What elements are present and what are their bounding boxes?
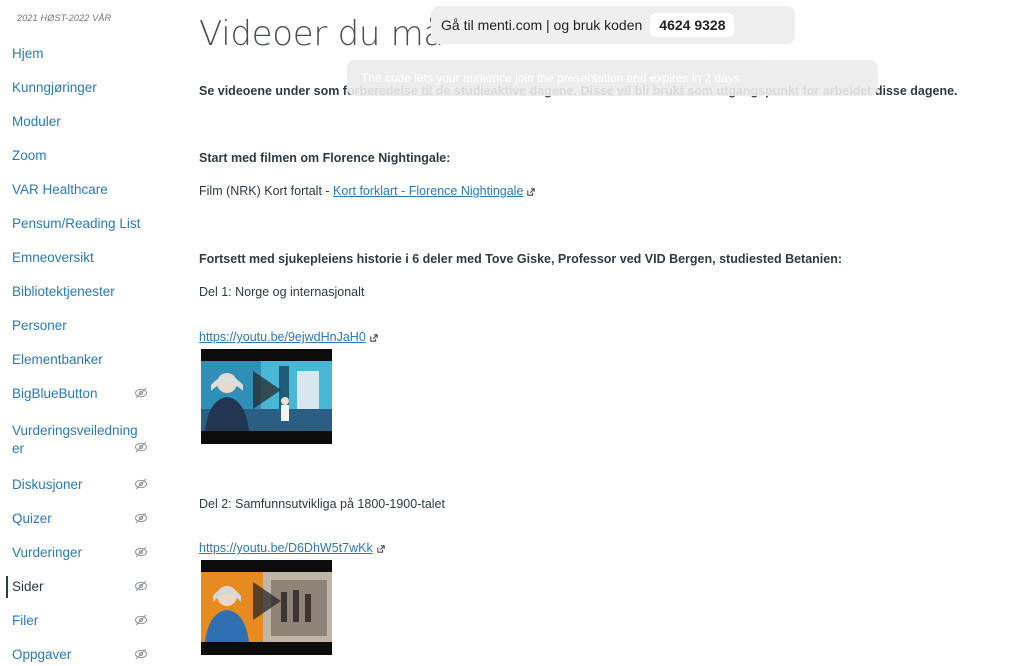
sidebar-item-elementbanker[interactable]: Elementbanker bbox=[12, 351, 162, 373]
sidebar-item-label: Elementbanker bbox=[12, 352, 103, 367]
start-heading: Start med filmen om Florence Nightingale… bbox=[199, 151, 451, 165]
sidebar-item-label: Sider bbox=[12, 579, 44, 594]
page-title: Videoer du må bbox=[199, 14, 444, 54]
hidden-eye-icon bbox=[134, 579, 148, 592]
term-label: 2021 HØST-2022 VÅR bbox=[17, 13, 112, 23]
film-prefix: Film (NRK) Kort fortalt - bbox=[199, 184, 334, 198]
sidebar-item-label: Moduler bbox=[12, 114, 61, 129]
hidden-eye-icon bbox=[134, 545, 148, 558]
sidebar-item-personer[interactable]: Personer bbox=[12, 317, 162, 339]
hidden-eye-icon bbox=[134, 511, 148, 524]
sidebar-item-label: Filer bbox=[12, 613, 39, 628]
sidebar-item-vurderinger[interactable]: Vurderinger bbox=[12, 544, 162, 566]
part-2-video-thumbnail[interactable] bbox=[201, 560, 332, 655]
sidebar-item-emneoversikt[interactable]: Emneoversikt bbox=[12, 249, 162, 271]
menti-instruction: Gå til menti.com | og bruk koden bbox=[441, 17, 643, 33]
sidebar-item-pensum-reading-list[interactable]: Pensum/Reading List bbox=[12, 215, 162, 237]
external-link-icon bbox=[376, 544, 385, 553]
hidden-eye-icon bbox=[134, 477, 148, 490]
sidebar-item-kunngjøringer[interactable]: Kunngjøringer bbox=[12, 79, 162, 101]
sidebar-item-label: Vurderinger bbox=[12, 545, 83, 560]
part-1-link-line: https://youtu.be/9ejwdHnJaH0 bbox=[199, 330, 378, 344]
sidebar-item-label: Vurderingsveiledning bbox=[12, 423, 138, 438]
sidebar-item-zoom[interactable]: Zoom bbox=[12, 147, 162, 169]
sidebar-item-label-continued: er bbox=[12, 441, 25, 456]
continue-heading: Fortsett med sjukepleiens historie i 6 d… bbox=[199, 252, 843, 266]
sidebar-item-label: Quizer bbox=[12, 511, 52, 526]
film-link[interactable]: Kort forklart - Florence Nightingale bbox=[333, 184, 523, 198]
part-1-link[interactable]: https://youtu.be/9ejwdHnJaH0 bbox=[199, 330, 366, 344]
film-line: Film (NRK) Kort fortalt - Kort forklart … bbox=[199, 184, 536, 198]
play-icon bbox=[253, 582, 281, 620]
sidebar-item-label: Oppgaver bbox=[12, 647, 72, 662]
part-1-label: Del 1: Norge og internasjonalt bbox=[199, 285, 365, 299]
course-navigation: 2021 HØST-2022 VÅR Hjem Kunngjøringer Modu… bbox=[0, 0, 170, 666]
sidebar-item-label: Bibliotektjenester bbox=[12, 284, 115, 299]
page-content: Videoer du må Se videoene under som forb… bbox=[199, 0, 1036, 666]
external-link-icon bbox=[527, 187, 536, 196]
sidebar-item-label: Hjem bbox=[12, 46, 44, 61]
sidebar-item-moduler[interactable]: Moduler bbox=[12, 113, 162, 135]
part-1-video-thumbnail[interactable] bbox=[201, 349, 332, 444]
sidebar-item-label: VAR Healthcare bbox=[12, 182, 108, 197]
sidebar-item-bigbluebutton[interactable]: BigBlueButton bbox=[12, 385, 162, 407]
sidebar-item-filer[interactable]: Filer bbox=[12, 612, 162, 634]
sidebar-item-label: Pensum/Reading List bbox=[12, 216, 141, 231]
sidebar-item-bibliotektjenester[interactable]: Bibliotektjenester bbox=[12, 283, 162, 305]
sidebar-item-label: Zoom bbox=[12, 148, 47, 163]
sidebar-item-diskusjoner[interactable]: Diskusjoner bbox=[12, 476, 162, 498]
part-2-link-line: https://youtu.be/D6DhW5t7wKk bbox=[199, 541, 385, 555]
menti-join-banner: Gå til menti.com | og bruk koden 4624 93… bbox=[431, 6, 795, 44]
hidden-eye-icon bbox=[134, 386, 148, 399]
sidebar-item-oppgaver[interactable]: Oppgaver bbox=[12, 646, 162, 666]
sidebar-item-label: BigBlueButton bbox=[12, 386, 98, 401]
hidden-eye-icon bbox=[134, 440, 148, 453]
hidden-eye-icon bbox=[134, 647, 148, 660]
sidebar-item-label: Emneoversikt bbox=[12, 250, 94, 265]
sidebar-item-vurderingsveiledning[interactable]: Vurderingsveiledning er bbox=[12, 422, 162, 458]
play-icon bbox=[253, 371, 281, 409]
menti-expiry-note: The code lets your audience join the pre… bbox=[347, 60, 878, 96]
external-link-icon bbox=[370, 333, 378, 342]
sidebar-item-quizer[interactable]: Quizer bbox=[12, 510, 162, 532]
part-2-label: Del 2: Samfunnsutvikliga på 1800-1900-ta… bbox=[199, 497, 445, 511]
sidebar-item-var-healthcare[interactable]: VAR Healthcare bbox=[12, 181, 162, 203]
sidebar-item-sider[interactable]: Sider bbox=[6, 576, 162, 600]
part-2-link[interactable]: https://youtu.be/D6DhW5t7wKk bbox=[199, 541, 373, 555]
hidden-eye-icon bbox=[134, 613, 148, 626]
sidebar-item-hjem[interactable]: Hjem bbox=[12, 45, 162, 67]
menti-code: 4624 9328 bbox=[650, 13, 735, 37]
sidebar-item-label: Diskusjoner bbox=[12, 477, 83, 492]
sidebar-item-label: Personer bbox=[12, 318, 67, 333]
sidebar-item-label: Kunngjøringer bbox=[12, 80, 97, 95]
